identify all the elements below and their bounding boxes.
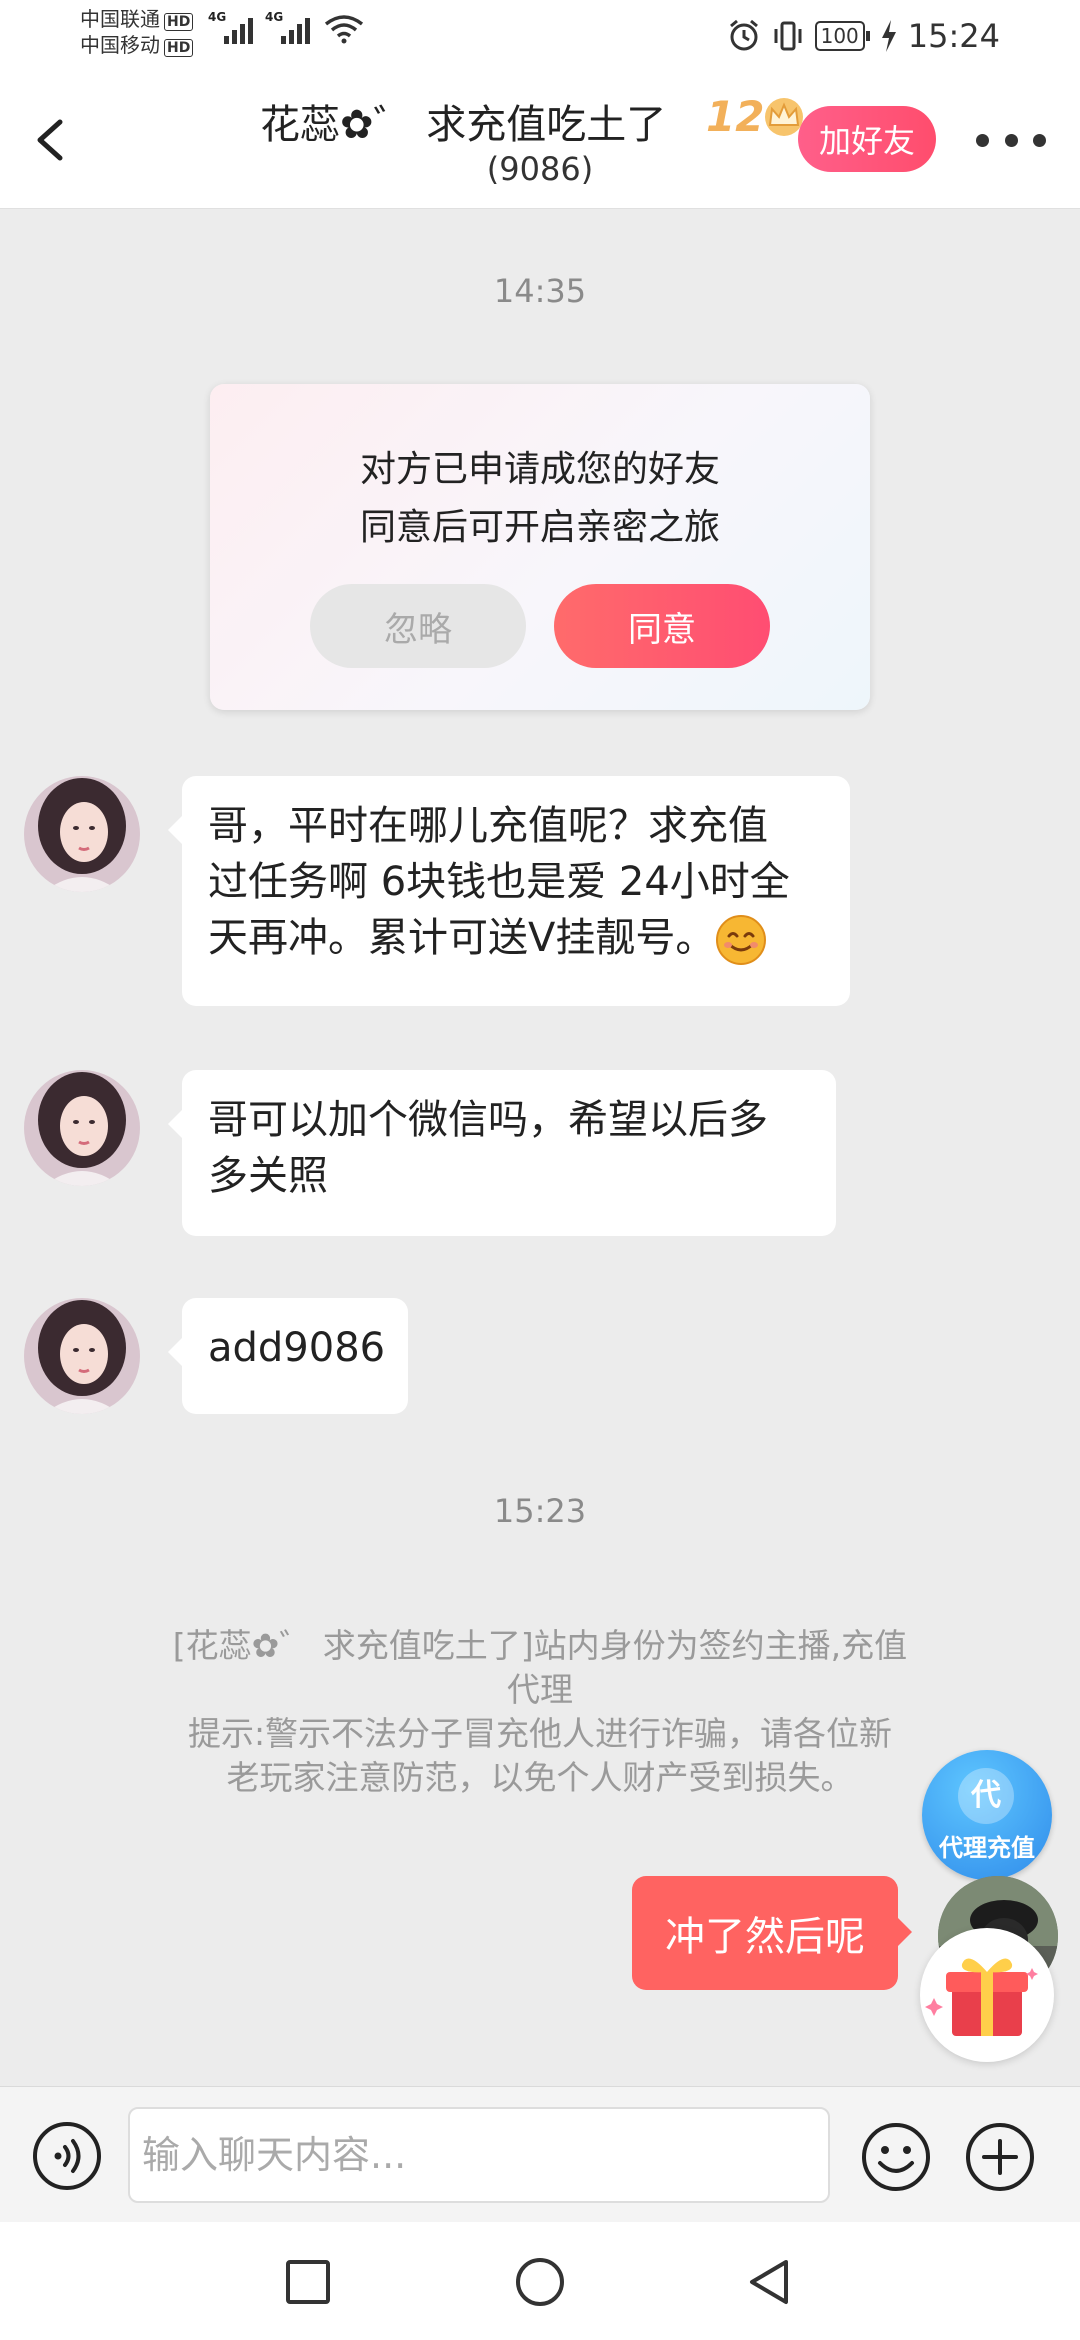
back-triangle-icon[interactable] [742,2254,798,2310]
message-text-line: 哥，平时在哪儿充值呢？求充值 [208,803,768,849]
notice-line: 老玩家注意防范，以免个人财产受到损失。 [226,1758,854,1797]
friend-request-subtext: 同意后可开启亲密之旅 [359,507,720,548]
agree-button[interactable]: 同意 [554,584,770,668]
message-text-line: add9086 [208,1325,386,1371]
notice-line: 提示:警示不法分子冒充他人进行诈骗，请各位新 [187,1714,893,1753]
chat-title: 花蕊✿゛ 求充值吃土了 [260,102,667,148]
message-text-line: 天再冲。累计可送V挂靓号。 [208,915,716,961]
carrier-unicom: 中国联通 [80,7,160,31]
message-text-line: 多关照 [208,1153,328,1199]
carrier-mobile: 中国移动 [80,33,160,57]
alarm-icon [729,19,758,51]
add-friend-button[interactable]: 加好友 [798,106,936,172]
more-options-icon[interactable] [976,120,1046,160]
wifi-icon [324,15,364,44]
hd-badge: HD [164,39,194,57]
hd-badge: HD [164,13,194,31]
notice-line: [花蕊✿゛ 求充值吃土了]站内身份为签约主播,充值 [172,1626,908,1665]
chat-input-bar [0,2086,1080,2223]
friend-request-card: 对方已申请成您的好友 同意后可开启亲密之旅 忽略 同意 [210,384,870,710]
system-nav-bar [0,2222,1080,2340]
sent-message-bubble[interactable]: 冲了然后呢 [632,1876,912,1990]
status-bar: 中国联通 HD 中国移动 HD 4G 4G 100 15:24 [0,0,1080,72]
voice-input-icon[interactable] [32,2121,102,2191]
agent-recharge-label: 代理充值 [939,1834,1035,1862]
vibrate-icon [774,21,802,51]
smiling-emoji-icon [716,915,767,965]
message-timestamp: 15:23 [493,1492,587,1530]
sender-avatar[interactable] [24,776,140,892]
signal-icons: 4G 4G [208,10,364,44]
signal-icon: 4G [208,10,253,44]
chat-header: 花蕊✿゛ 求充值吃土了 12 (9086) 加好友 [0,72,1080,209]
received-message-bubble[interactable]: 哥，平时在哪儿充值呢？求充值 过任务啊 6块钱也是爱 24小时全 天再冲。累计可… [168,776,850,1006]
network-type: 4G [208,10,227,24]
chat-text-input[interactable] [128,2107,830,2203]
sender-avatar[interactable] [24,1298,140,1414]
clock: 15:24 [907,17,1000,55]
plus-icon[interactable] [964,2121,1036,2193]
home-icon[interactable] [512,2254,568,2310]
carrier-info: 中国联通 HD 中国移动 HD [80,6,194,58]
ignore-button[interactable]: 忽略 [310,584,526,668]
charging-icon [881,20,896,52]
recent-apps-icon[interactable] [280,2254,336,2310]
sender-avatar[interactable] [24,1070,140,1186]
level-badge: 12 [706,92,808,141]
received-message-bubble[interactable]: add9086 [168,1298,408,1414]
status-right: 100 15:24 [727,12,1080,60]
received-message-bubble[interactable]: 哥可以加个微信吗，希望以后多 多关照 [168,1070,836,1236]
message-text-line: 哥可以加个微信吗，希望以后多 [208,1097,768,1143]
message-timestamp: 14:35 [493,272,587,310]
agent-recharge-button[interactable]: 代 代理充值 [922,1750,1052,1880]
network-type: 4G [265,10,284,24]
friend-request-text: 对方已申请成您的好友 [359,449,720,490]
message-text-line: 过任务啊 6块钱也是爱 24小时全 [208,859,790,905]
battery-icon: 100 [814,21,870,51]
gift-icon[interactable] [920,1928,1054,2062]
agent-icon: 代 [958,1768,1014,1824]
signal-icon: 4G [265,10,310,44]
notice-line: 代理 [507,1670,573,1709]
level-number: 12 [706,92,765,141]
emoji-icon[interactable] [860,2121,932,2193]
system-notice: [花蕊✿゛ 求充值吃土了]站内身份为签约主播,充值 代理 提示:警示不法分子冒充… [120,1624,960,1800]
